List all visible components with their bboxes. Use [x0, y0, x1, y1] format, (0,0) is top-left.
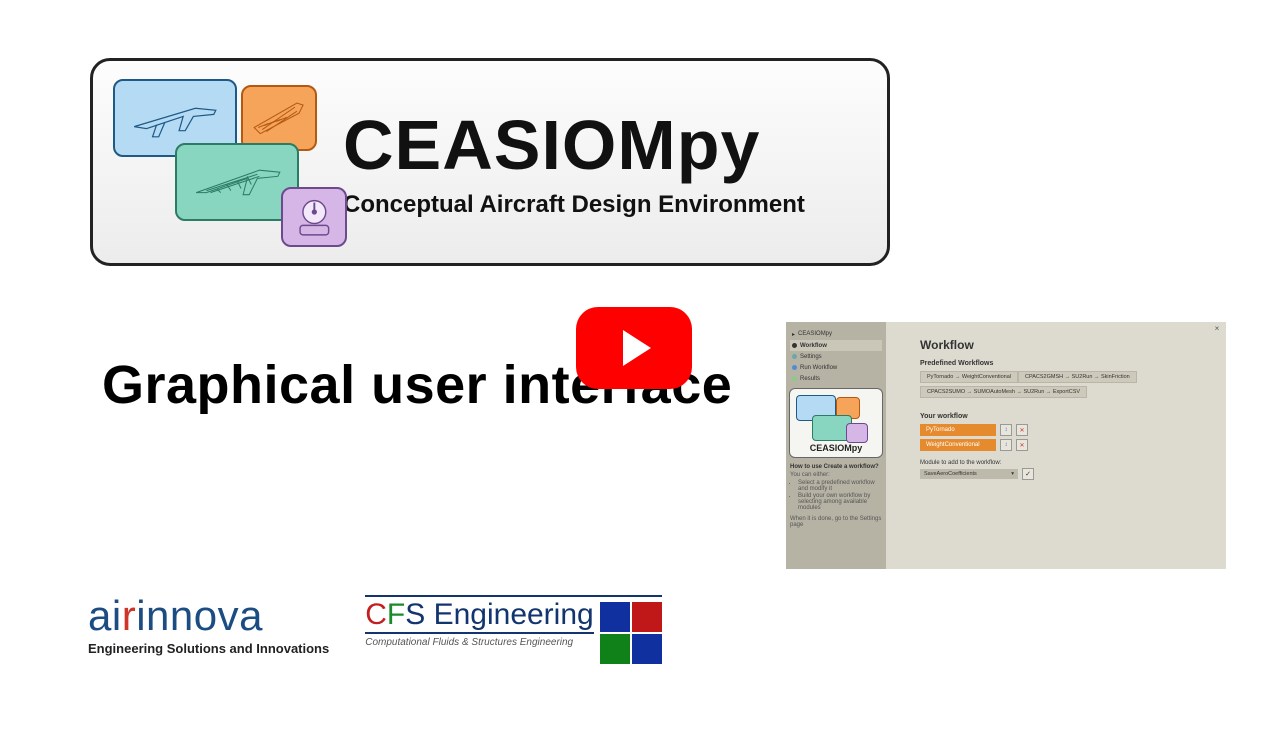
- logo-tile-purple: [281, 187, 347, 247]
- add-module-label: Module to add to the workflow:: [920, 460, 1212, 466]
- predefined-workflow-button[interactable]: PyTornado → WeightConventional: [920, 371, 1018, 383]
- main-title: Workflow: [920, 338, 1212, 352]
- workflow-module[interactable]: WeightConventional: [920, 439, 996, 451]
- cfs-tagline: Computational Fluids & Structures Engine…: [365, 637, 593, 648]
- sidebar-item-label: Workflow: [800, 343, 827, 349]
- nav-dot-icon: [792, 354, 797, 359]
- sidebar-item-label: Results: [800, 376, 820, 382]
- module-select[interactable]: SaveAeroCoefficients ▾: [920, 469, 1018, 479]
- help-outro: When it is done, go to the Settings page: [790, 516, 882, 528]
- module-select-value: SaveAeroCoefficients: [924, 471, 977, 477]
- predefined-workflow-button[interactable]: CPACS2GMSH → SU2Run → SkinFriction: [1018, 371, 1137, 383]
- delete-icon[interactable]: ✕: [1016, 424, 1028, 436]
- nav-dot-icon: [792, 365, 797, 370]
- airinnova-tagline: Engineering Solutions and Innovations: [88, 641, 329, 656]
- app-screenshot: × ▸CEASIOMpy Workflow Settings Run Workflo…: [786, 322, 1226, 569]
- youtube-play-button[interactable]: [576, 307, 692, 389]
- workflow-row: WeightConventional ↕ ✕: [920, 439, 1212, 451]
- move-icon[interactable]: ↕: [1000, 424, 1012, 436]
- help-bullet-list: Select a predefined workflow and modify …: [798, 480, 882, 512]
- help-heading: How to use Create a workflow?: [790, 464, 882, 470]
- delete-icon[interactable]: ✕: [1016, 439, 1028, 451]
- move-icon[interactable]: ↕: [1000, 439, 1012, 451]
- gauge-icon: [288, 193, 341, 241]
- aircraft-icon: [124, 87, 226, 150]
- sidebar-item-label: Settings: [800, 354, 822, 360]
- sidebar-item-workflow[interactable]: Workflow: [790, 340, 882, 351]
- workflow-module[interactable]: PyTornado: [920, 424, 996, 436]
- help-bullet: Select a predefined workflow and modify …: [798, 480, 882, 492]
- your-workflow-heading: Your workflow: [920, 413, 1212, 420]
- logo-text-block: CEASIOMpy Conceptual Aircraft Design Env…: [343, 105, 805, 219]
- airinnova-logo: airinnova Engineering Solutions and Inno…: [88, 595, 329, 656]
- add-module-button[interactable]: ✓: [1022, 468, 1034, 480]
- cfs-wordmark: CFS Engineering: [365, 600, 593, 634]
- sidebar-app-label: CEASIOMpy: [798, 331, 832, 337]
- aircraft-grid-icon: [248, 92, 309, 145]
- cfs-logo: CFS Engineering Computational Fluids & S…: [365, 595, 661, 664]
- footer-logos: airinnova Engineering Solutions and Inno…: [88, 595, 662, 664]
- sidebar-app-name[interactable]: ▸CEASIOMpy: [790, 328, 882, 340]
- airinnova-wordmark: airinnova: [88, 595, 329, 637]
- help-bullet: Build your own workflow by selecting amo…: [798, 493, 882, 511]
- ceasiompy-logo-banner: CEASIOMpy Conceptual Aircraft Design Env…: [90, 58, 890, 266]
- sidebar-logo-card: CEASIOMpy: [789, 388, 883, 458]
- help-intro: You can either:: [790, 472, 882, 478]
- aircraft-wire-icon: [186, 151, 288, 214]
- chevron-down-icon: ▾: [1011, 471, 1014, 477]
- screenshot-main: Workflow Predefined Workflows PyTornado …: [886, 322, 1226, 569]
- sidebar-item-label: Run Workflow: [800, 365, 837, 371]
- sidebar-logo-text: CEASIOMpy: [794, 443, 878, 453]
- play-icon: [623, 330, 651, 366]
- close-icon[interactable]: ×: [1212, 324, 1222, 334]
- cfs-squares-icon: [600, 602, 662, 664]
- screenshot-sidebar: ▸CEASIOMpy Workflow Settings Run Workflow R…: [786, 322, 886, 569]
- sidebar-item-settings[interactable]: Settings: [790, 351, 882, 362]
- logo-tile-orange: [241, 85, 317, 151]
- nav-dot-icon: [792, 376, 797, 381]
- workflow-row: PyTornado ↕ ✕: [920, 424, 1212, 436]
- sidebar-item-results[interactable]: Results: [790, 373, 882, 384]
- predefined-workflow-button[interactable]: CPACS2SUMO → SUMOAutoMesh → SU2Run → Exp…: [920, 386, 1087, 398]
- logo-subtitle: Conceptual Aircraft Design Environment: [343, 191, 805, 219]
- nav-dot-icon: [792, 343, 797, 348]
- logo-title: CEASIOMpy: [343, 105, 805, 185]
- logo-icon-cluster: [111, 77, 331, 247]
- sidebar-item-run-workflow[interactable]: Run Workflow: [790, 362, 882, 373]
- predefined-heading: Predefined Workflows: [920, 360, 1212, 367]
